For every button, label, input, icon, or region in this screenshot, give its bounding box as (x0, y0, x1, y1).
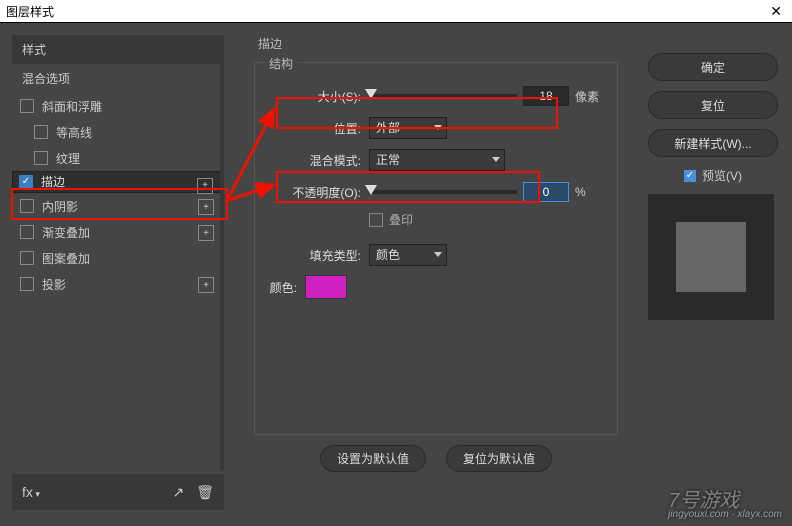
preview-box (648, 194, 774, 320)
structure-group-title: 结构 (265, 55, 297, 72)
style-item-label: 渐变叠加 (42, 224, 90, 241)
make-default-button[interactable]: 设置为默认值 (320, 445, 426, 472)
size-label: 大小(S): (269, 88, 361, 105)
dialog-body: 样式 混合选项 斜面和浮雕等高线纹理 ✓ 描边 + 内阴影 + 渐变叠加 + 图案叠加投影 + f… (0, 22, 792, 526)
position-label: 位置: (269, 120, 361, 137)
add-instance-icon[interactable]: + (197, 178, 213, 194)
dialog-title: 图层样式 (6, 3, 54, 20)
sidebar-scrollbar[interactable] (220, 35, 224, 470)
style-item-1[interactable]: 等高线 (12, 119, 224, 145)
watermark: 7号游戏jingyouxi.com · xlayx.com (668, 484, 782, 520)
opacity-slider[interactable] (369, 190, 517, 194)
style-checkbox[interactable] (34, 151, 48, 165)
style-checkbox[interactable] (20, 277, 34, 291)
style-item-label: 等高线 (56, 124, 92, 141)
style-item-0[interactable]: 斜面和浮雕 (12, 93, 224, 119)
chevron-down-icon (492, 157, 500, 162)
size-input[interactable]: 18 (523, 86, 569, 106)
new-style-button[interactable]: 新建样式(W)... (648, 129, 778, 157)
blendmode-select[interactable]: 正常 (369, 149, 505, 171)
cancel-button[interactable]: 复位 (648, 91, 778, 119)
style-item-4[interactable]: 内阴影 + (12, 193, 224, 219)
style-checkbox[interactable] (20, 99, 34, 113)
preview-checkbox[interactable]: ✓ (684, 170, 696, 182)
position-select[interactable]: 外部 (369, 117, 447, 139)
close-icon[interactable]: ✕ (766, 3, 786, 20)
structure-group: 结构 大小(S): 18 像素 位置: 外部 混合模式: 正常 不透明度(O):… (254, 62, 618, 435)
preview-toggle[interactable]: ✓ 预览(V) (648, 167, 778, 184)
add-instance-icon[interactable]: + (198, 277, 214, 293)
filltype-select[interactable]: 颜色 (369, 244, 447, 266)
sidebar-footer: fx ▾ ↗ 🗑 (12, 474, 224, 510)
style-item-2[interactable]: 纹理 (12, 145, 224, 171)
preview-swatch (676, 222, 746, 292)
opacity-row: 不透明度(O): 0 % (269, 179, 603, 205)
defaults-buttons: 设置为默认值 复位为默认值 (246, 445, 626, 472)
style-item-label: 描边 (41, 172, 65, 192)
trash-icon[interactable]: 🗑 (196, 484, 214, 501)
position-row: 位置: 外部 (269, 115, 603, 141)
opacity-unit: % (575, 185, 603, 199)
style-checkbox[interactable] (20, 199, 34, 213)
ok-button[interactable]: 确定 (648, 53, 778, 81)
fx-menu-icon[interactable]: fx ▾ (22, 484, 40, 500)
overprint-row[interactable]: 叠印 (369, 211, 603, 228)
sidebar-header-blend[interactable]: 混合选项 (12, 64, 224, 93)
style-checkbox[interactable]: ✓ (19, 175, 33, 189)
filltype-label: 填充类型: (269, 247, 361, 264)
add-instance-icon[interactable]: + (198, 199, 214, 215)
sidebar-header-styles[interactable]: 样式 (12, 35, 224, 64)
color-label: 颜色: (249, 279, 297, 296)
settings-panel: 描边 结构 大小(S): 18 像素 位置: 外部 混合模式: 正常 不透明度(… (246, 35, 626, 510)
preview-label: 预览(V) (702, 167, 742, 184)
chevron-down-icon (434, 252, 442, 257)
overprint-label: 叠印 (389, 211, 413, 228)
style-item-label: 内阴影 (42, 198, 78, 215)
styles-sidebar: 样式 混合选项 斜面和浮雕等高线纹理 ✓ 描边 + 内阴影 + 渐变叠加 + 图案叠加投影 + f… (12, 35, 224, 510)
reset-default-button[interactable]: 复位为默认值 (446, 445, 552, 472)
size-row: 大小(S): 18 像素 (269, 83, 603, 109)
blendmode-row: 混合模式: 正常 (269, 147, 603, 173)
style-checkbox[interactable] (20, 251, 34, 265)
chevron-down-icon (434, 125, 442, 130)
opacity-label: 不透明度(O): (269, 184, 361, 201)
style-item-label: 纹理 (56, 150, 80, 167)
color-swatch[interactable] (305, 275, 347, 299)
filltype-row: 填充类型: 颜色 (269, 242, 603, 268)
panel-title: 描边 (258, 35, 626, 52)
size-slider[interactable] (369, 94, 517, 98)
action-column: 确定 复位 新建样式(W)... ✓ 预览(V) (648, 53, 778, 320)
arrow-export-icon[interactable]: ↗ (172, 484, 184, 501)
style-item-5[interactable]: 渐变叠加 + (12, 219, 224, 245)
color-row: 颜色: (269, 274, 603, 300)
title-bar: 图层样式 ✕ (0, 0, 792, 22)
style-checkbox[interactable] (34, 125, 48, 139)
style-item-7[interactable]: 投影 + (12, 271, 224, 297)
opacity-input[interactable]: 0 (523, 182, 569, 202)
style-item-label: 图案叠加 (42, 250, 90, 267)
blendmode-label: 混合模式: (269, 152, 361, 169)
style-item-label: 投影 (42, 276, 66, 293)
style-item-3[interactable]: ✓ 描边 + (12, 171, 224, 193)
style-item-label: 斜面和浮雕 (42, 98, 102, 115)
style-item-6[interactable]: 图案叠加 (12, 245, 224, 271)
style-checkbox[interactable] (20, 225, 34, 239)
overprint-checkbox[interactable] (369, 213, 383, 227)
add-instance-icon[interactable]: + (198, 225, 214, 241)
size-unit: 像素 (575, 88, 603, 105)
